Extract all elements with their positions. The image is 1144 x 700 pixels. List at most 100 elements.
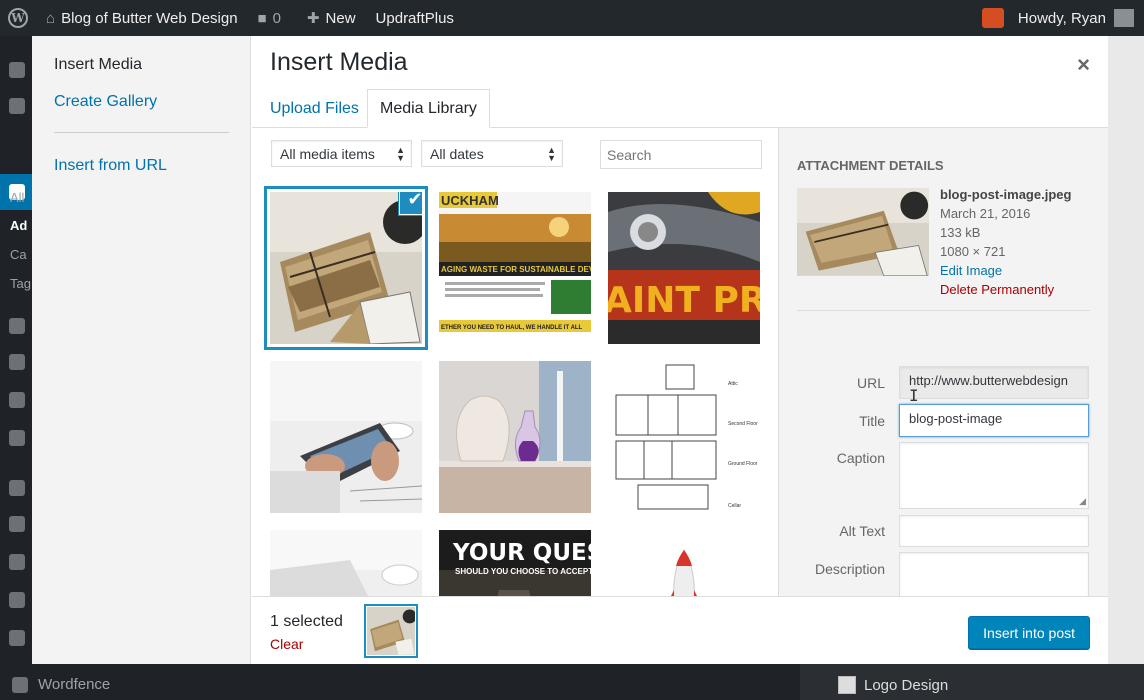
date-filter[interactable]: All dates ▲ ▼ — [421, 140, 563, 167]
attachment-filename: blog-post-image.jpeg — [940, 187, 1072, 202]
settings-icon[interactable] — [9, 630, 25, 646]
alt-text-label: Alt Text — [839, 523, 885, 539]
comment-bubble-icon: ■ — [257, 9, 267, 27]
floor-label-cellar: Cellar — [728, 503, 741, 509]
media-frame-menu: Insert Media Create Gallery Insert from … — [32, 36, 251, 664]
media-type-filter[interactable]: All media items ▲ ▼ — [271, 140, 412, 167]
caption-field[interactable]: ◢ — [899, 442, 1089, 509]
site-name-link[interactable]: ⌂ Blog of Butter Web Design — [36, 0, 248, 36]
uckham-headline: AGING WASTE FOR SUSTAINABLE DEVELOPM — [441, 265, 591, 274]
attachment-date: March 21, 2016 — [940, 206, 1031, 221]
attachment-vases[interactable] — [439, 361, 591, 513]
menu-sub-all[interactable]: All — [10, 190, 24, 205]
delete-permanently-link[interactable]: Delete Permanently — [940, 280, 1071, 299]
updraftplus-link[interactable]: UpdraftPlus — [366, 0, 464, 36]
check-icon[interactable]: ✔ — [400, 192, 422, 214]
rocket-image — [608, 530, 760, 596]
books-desk-thumbnail — [797, 188, 929, 276]
site-name-label: Blog of Butter Web Design — [61, 9, 238, 27]
wordfence-icon — [12, 676, 28, 693]
menu-insert-media[interactable]: Insert Media — [54, 56, 142, 74]
attachment-desk[interactable] — [270, 530, 422, 596]
users-icon[interactable] — [9, 554, 25, 570]
menu-wordfence[interactable]: Wordfence — [12, 676, 110, 693]
your-quest-subtitle: SHOULD YOU CHOOSE TO ACCEPT IT — [455, 567, 591, 576]
media-router: Upload Files Media Library — [252, 36, 1108, 128]
wordfence-label: Wordfence — [38, 676, 111, 693]
alt-text-field[interactable] — [899, 515, 1089, 547]
attachment-your-quest[interactable]: YOUR QUEST SHOULD YOU CHOOSE TO ACCEPT I… — [439, 530, 591, 596]
url-label: URL — [856, 375, 885, 391]
date-value: All dates — [430, 145, 484, 162]
attachment-floorplan[interactable]: Attic Second Floor Ground Floor Cellar — [608, 361, 760, 513]
url-field[interactable]: http://www.butterwebdesign — [899, 366, 1089, 399]
admin-menu: All Ad Ca Tag — [0, 36, 32, 700]
logo-design-label: Logo Design — [864, 676, 949, 694]
attachment-paint-protect[interactable]: AINT PROTECT — [608, 192, 760, 344]
attachment-details-panel: Attachment Details blog-post-image.jpeg … — [778, 128, 1108, 596]
tools-icon[interactable] — [9, 592, 25, 608]
vases-shelf-image — [439, 361, 591, 513]
tab-upload-files[interactable]: Upload Files — [258, 89, 371, 128]
media-type-value: All media items — [280, 145, 375, 162]
resize-handle-icon[interactable]: ◢ — [1079, 496, 1086, 507]
media-icon[interactable] — [9, 318, 25, 334]
avatar[interactable] — [1114, 9, 1134, 27]
desk-image-partial — [270, 530, 422, 596]
uckham-logo-text: UCKHAM — [441, 193, 499, 208]
attachment-books[interactable]: ✔ — [270, 192, 422, 344]
clear-selection-link[interactable]: Clear — [270, 636, 303, 652]
attachment-uckham[interactable]: UCKHAM AGING WASTE FOR SUSTAINABLE DEVEL… — [439, 192, 591, 344]
menu-sub-add[interactable]: Ad — [10, 218, 27, 233]
tablet-hands-image — [270, 361, 422, 513]
new-label: New — [325, 9, 356, 27]
insert-media-modal: Insert Media Create Gallery Insert from … — [32, 36, 1108, 664]
floor-label-attic: Attic — [728, 381, 738, 387]
tab-media-library[interactable]: Media Library — [367, 89, 490, 128]
howdy-user[interactable]: Howdy, Ryan — [1018, 10, 1106, 27]
floor-label-ground: Ground Floor — [728, 461, 758, 467]
comments-count: 0 — [272, 9, 281, 27]
appearance-icon[interactable] — [9, 480, 25, 496]
pages-icon[interactable] — [9, 354, 25, 370]
checkbox[interactable] — [838, 676, 856, 694]
category-logo-design[interactable]: Logo Design — [838, 676, 948, 694]
attachment-info: blog-post-image.jpeg March 21, 2016 133 … — [940, 185, 1071, 299]
uckham-tagline: ETHER YOU NEED TO HAUL, WE HANDLE IT ALL — [441, 325, 583, 331]
attachment-details-heading: Attachment Details — [797, 158, 944, 173]
edit-image-link[interactable]: Edit Image — [940, 261, 1071, 280]
new-content-link[interactable]: ✚ New — [297, 0, 366, 36]
menu-sub-tags[interactable]: Tag — [10, 276, 31, 291]
books-desk-image — [270, 192, 422, 344]
description-label: Description — [814, 561, 885, 577]
attachment-dimensions: 1080 × 721 — [940, 244, 1006, 259]
home-icon: ⌂ — [46, 9, 56, 27]
comments-icon[interactable] — [9, 392, 25, 408]
attachment-rocket[interactable] — [608, 530, 760, 596]
updraft-icon[interactable] — [9, 98, 25, 114]
your-quest-title: YOUR QUEST — [452, 540, 591, 566]
attachment-thumbnail — [797, 188, 929, 276]
forms-icon[interactable] — [9, 430, 25, 446]
menu-insert-from-url[interactable]: Insert from URL — [54, 157, 167, 175]
comments-link[interactable]: ■ 0 — [248, 0, 297, 36]
paint-protect-text: AINT PROTECT — [608, 280, 760, 321]
description-field[interactable]: ◢ — [899, 552, 1089, 596]
menu-create-gallery[interactable]: Create Gallery — [54, 93, 157, 111]
admin-bar: W ⌂ Blog of Butter Web Design ■ 0 ✚ New … — [0, 0, 1144, 36]
notification-icon[interactable] — [981, 8, 1004, 28]
selected-thumbnail[interactable] — [367, 607, 415, 655]
wordpress-logo-icon[interactable]: W — [0, 0, 36, 36]
search-input[interactable] — [600, 140, 762, 169]
plugins-icon[interactable] — [9, 516, 25, 532]
menu-sub-categories[interactable]: Ca — [10, 247, 27, 262]
updraftplus-label: UpdraftPlus — [375, 9, 454, 27]
uckham-website-screenshot: UCKHAM AGING WASTE FOR SUSTAINABLE DEVEL… — [439, 192, 591, 344]
insert-into-post-button[interactable]: Insert into post — [968, 616, 1090, 649]
dashboard-icon[interactable] — [9, 62, 25, 78]
title-field[interactable]: blog-post-image — [899, 404, 1089, 437]
paint-protect-image: AINT PROTECT — [608, 192, 760, 344]
attachment-tablet[interactable] — [270, 361, 422, 513]
caption-label: Caption — [836, 450, 885, 466]
your-quest-image: YOUR QUEST SHOULD YOU CHOOSE TO ACCEPT I… — [439, 530, 591, 596]
